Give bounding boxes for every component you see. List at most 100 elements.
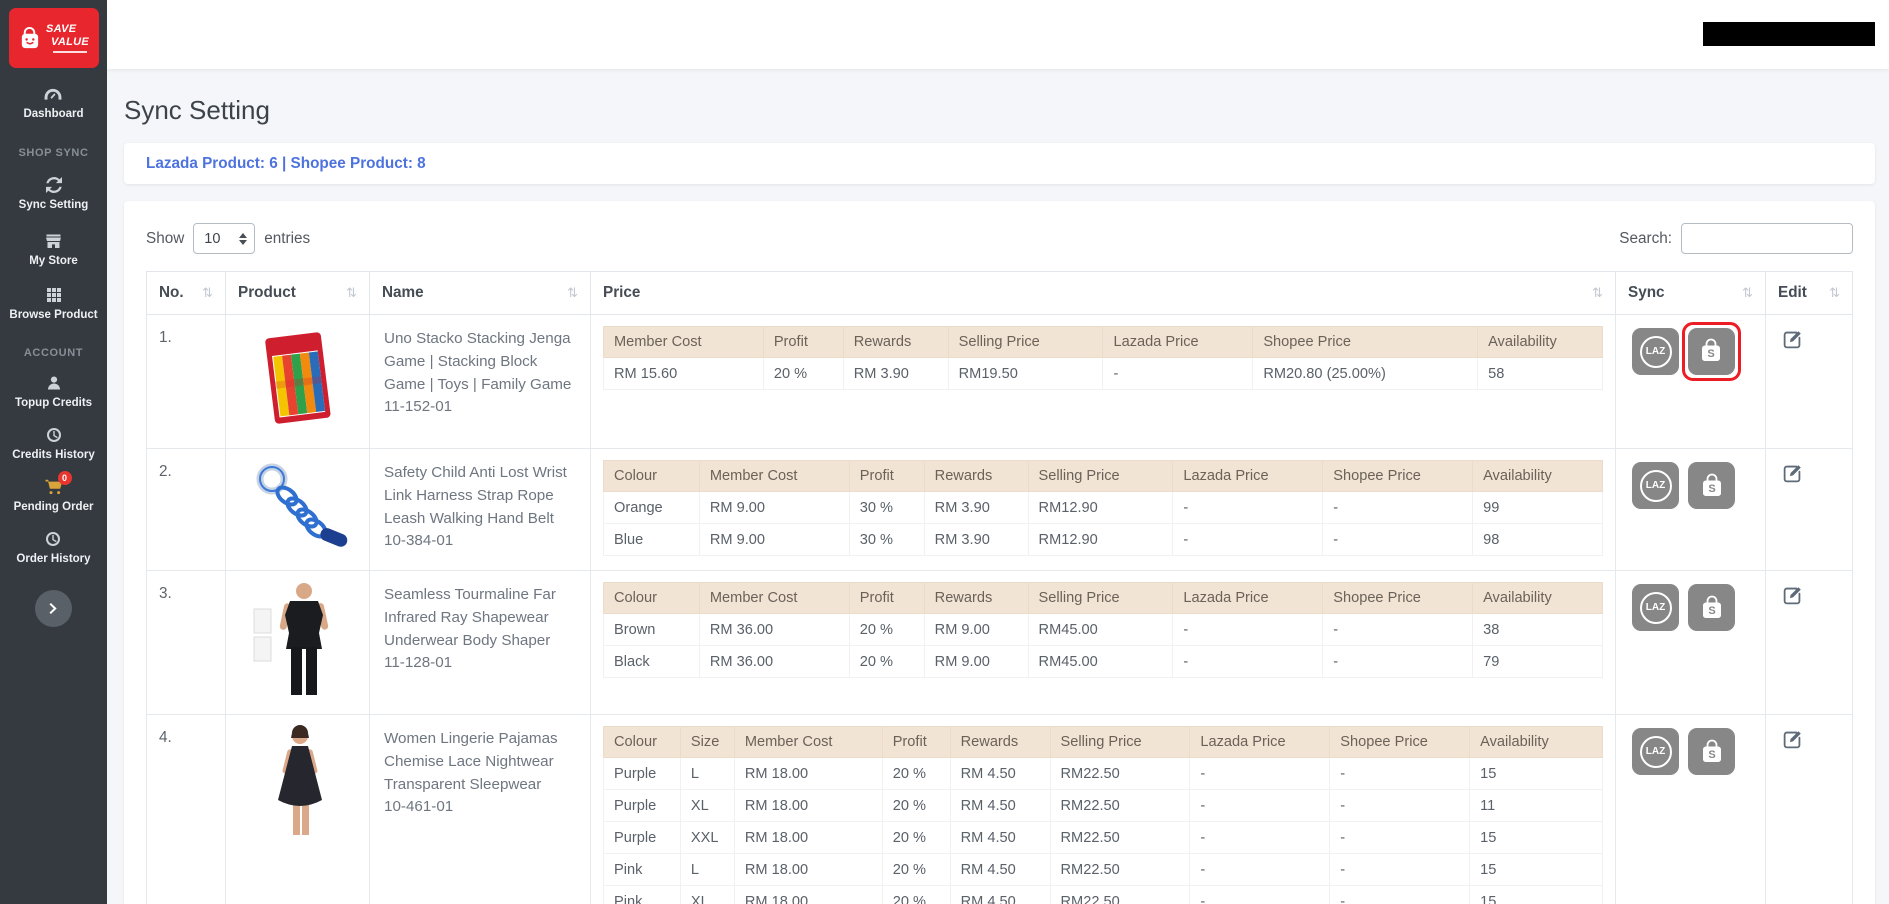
price-value: Black bbox=[603, 645, 700, 678]
price-col-header: Colour bbox=[603, 460, 700, 492]
edit-icon bbox=[1783, 331, 1801, 349]
sidebar-item-order-history[interactable]: Order History bbox=[16, 530, 91, 565]
lazada-sync-button[interactable]: LAZ bbox=[1632, 462, 1679, 509]
column-header-edit[interactable]: Edit ⇅ bbox=[1765, 271, 1853, 315]
price-value: 98 bbox=[1472, 523, 1603, 556]
entries-label: entries bbox=[264, 229, 311, 247]
edit-button[interactable] bbox=[1782, 729, 1803, 750]
price-header-row: Colour Size Member Cost Profit Rewards Sellin… bbox=[603, 726, 1603, 758]
lazada-sync-button[interactable]: LAZ bbox=[1632, 328, 1679, 375]
shopee-sync-button[interactable]: S bbox=[1688, 728, 1735, 775]
shopee-sync-button[interactable]: S bbox=[1688, 584, 1735, 631]
price-col-header: Availability bbox=[1472, 460, 1603, 492]
lazada-sync-button[interactable]: LAZ bbox=[1632, 728, 1679, 775]
price-header-row: Colour Member Cost Profit Rewards Selling Pr… bbox=[603, 460, 1603, 492]
row-number: 3. bbox=[146, 570, 226, 715]
price-value: Orange bbox=[603, 491, 700, 524]
grid-icon bbox=[46, 286, 62, 304]
price-value: - bbox=[1322, 613, 1474, 646]
lazada-icon: LAZ bbox=[1639, 335, 1672, 368]
edit-button[interactable] bbox=[1782, 463, 1803, 484]
product-image-cell bbox=[225, 714, 370, 904]
price-row: Purple XXL RM 18.00 20 % RM 4.50 RM22.50- -15 bbox=[603, 821, 1603, 854]
product-name-cell: Safety Child Anti Lost Wrist Link Harnes… bbox=[369, 448, 591, 571]
product-table: No. ⇅ Product ⇅ Name ⇅ Price ⇅ Sync ⇅ Edit ⇅ 1… bbox=[146, 271, 1853, 904]
column-header-product[interactable]: Product ⇅ bbox=[225, 271, 370, 315]
product-sku: 10-461-01 bbox=[384, 798, 454, 816]
price-value: RM45.00 bbox=[1027, 613, 1174, 646]
product-name: Safety Child Anti Lost Wrist Link Harnes… bbox=[384, 464, 567, 527]
app-logo[interactable]: SAVE VALUE bbox=[8, 8, 99, 68]
sidebar-collapse-button[interactable] bbox=[35, 590, 72, 627]
price-col-header: Shopee Price bbox=[1322, 582, 1474, 614]
shopee-sync-button[interactable]: S bbox=[1688, 462, 1735, 509]
sync-cell: LAZ S bbox=[1615, 570, 1766, 715]
price-value: - bbox=[1322, 523, 1474, 556]
price-value: RM 18.00 bbox=[733, 885, 883, 904]
search-label: Search: bbox=[1619, 229, 1672, 247]
sidebar-item-credits-history[interactable]: Credits History bbox=[12, 426, 95, 461]
price-col-header: Availability bbox=[1469, 726, 1603, 758]
search-input[interactable] bbox=[1681, 223, 1853, 254]
price-value: Pink bbox=[603, 853, 681, 886]
price-col-header: Member Cost bbox=[698, 460, 850, 492]
price-value: RM19.50 bbox=[947, 357, 1104, 390]
chevron-right-icon bbox=[49, 602, 58, 615]
product-image bbox=[252, 725, 344, 844]
price-value: 15 bbox=[1469, 757, 1603, 790]
price-value: Purple bbox=[603, 789, 681, 822]
price-col-header: Size bbox=[679, 726, 735, 758]
price-value: - bbox=[1189, 853, 1331, 886]
sidebar-item-label: Browse Product bbox=[9, 309, 98, 321]
sidebar: SAVE VALUE Dashboard SHOP SYNC Sync Sett… bbox=[0, 0, 107, 904]
product-image-cell bbox=[225, 314, 370, 449]
price-value: 20 % bbox=[881, 757, 951, 790]
column-header-sync[interactable]: Sync ⇅ bbox=[1615, 271, 1766, 315]
price-value: 99 bbox=[1472, 491, 1603, 524]
sidebar-item-pending-order[interactable]: 0 Pending Order bbox=[13, 471, 94, 513]
price-value: Purple bbox=[603, 757, 681, 790]
column-header-name[interactable]: Name ⇅ bbox=[369, 271, 591, 315]
sidebar-item-sync-setting[interactable]: Sync Setting bbox=[19, 176, 88, 211]
sidebar-item-label: Dashboard bbox=[23, 108, 84, 120]
price-col-header: Profit bbox=[848, 460, 925, 492]
price-col-header: Rewards bbox=[842, 326, 949, 358]
price-value: 79 bbox=[1472, 645, 1603, 678]
shopee-sync-button[interactable]: S bbox=[1687, 327, 1735, 375]
price-value: RM 36.00 bbox=[698, 645, 850, 678]
product-image bbox=[242, 459, 354, 556]
page-title: Sync Setting bbox=[124, 95, 270, 125]
price-value: 30 % bbox=[848, 491, 925, 524]
column-header-no[interactable]: No. ⇅ bbox=[146, 271, 226, 315]
logo-text: SAVE VALUE bbox=[46, 23, 89, 53]
show-label: Show bbox=[146, 229, 185, 247]
page-size-select[interactable]: 10 bbox=[193, 223, 256, 254]
column-header-price[interactable]: Price ⇅ bbox=[590, 271, 1616, 315]
price-value: L bbox=[679, 757, 735, 790]
price-value: - bbox=[1172, 491, 1324, 524]
price-value: - bbox=[1189, 885, 1331, 904]
edit-button[interactable] bbox=[1782, 329, 1803, 350]
lazada-sync-button[interactable]: LAZ bbox=[1632, 584, 1679, 631]
row-number: 2. bbox=[146, 448, 226, 571]
sidebar-item-browse-product[interactable]: Browse Product bbox=[9, 286, 98, 321]
sidebar-item-label: Pending Order bbox=[13, 501, 94, 513]
edit-button[interactable] bbox=[1782, 585, 1803, 606]
price-value: RM 9.00 bbox=[698, 491, 850, 524]
sort-icon: ⇅ bbox=[567, 285, 578, 300]
price-value: Purple bbox=[603, 821, 681, 854]
price-value: RM 36.00 bbox=[698, 613, 850, 646]
product-name: Seamless Tourmaline Far Infrared Ray Sha… bbox=[384, 586, 556, 649]
sidebar-item-dashboard[interactable]: Dashboard bbox=[23, 85, 84, 120]
price-col-header: Availability bbox=[1477, 326, 1603, 358]
price-value: 30 % bbox=[848, 523, 925, 556]
sidebar-item-my-store[interactable]: My Store bbox=[29, 232, 78, 267]
product-sku: 11-152-01 bbox=[384, 398, 453, 416]
price-row: RM 15.60 20 % RM 3.90 RM19.50- RM20.80 (25.0… bbox=[603, 357, 1603, 390]
product-image-cell bbox=[225, 448, 370, 571]
price-value: RM 18.00 bbox=[733, 757, 883, 790]
price-value: RM45.00 bbox=[1027, 645, 1174, 678]
sidebar-item-topup-credits[interactable]: Topup Credits bbox=[15, 374, 92, 409]
price-value: - bbox=[1322, 491, 1474, 524]
price-cell: Colour Size Member Cost Profit Rewards Sellin… bbox=[590, 714, 1616, 904]
